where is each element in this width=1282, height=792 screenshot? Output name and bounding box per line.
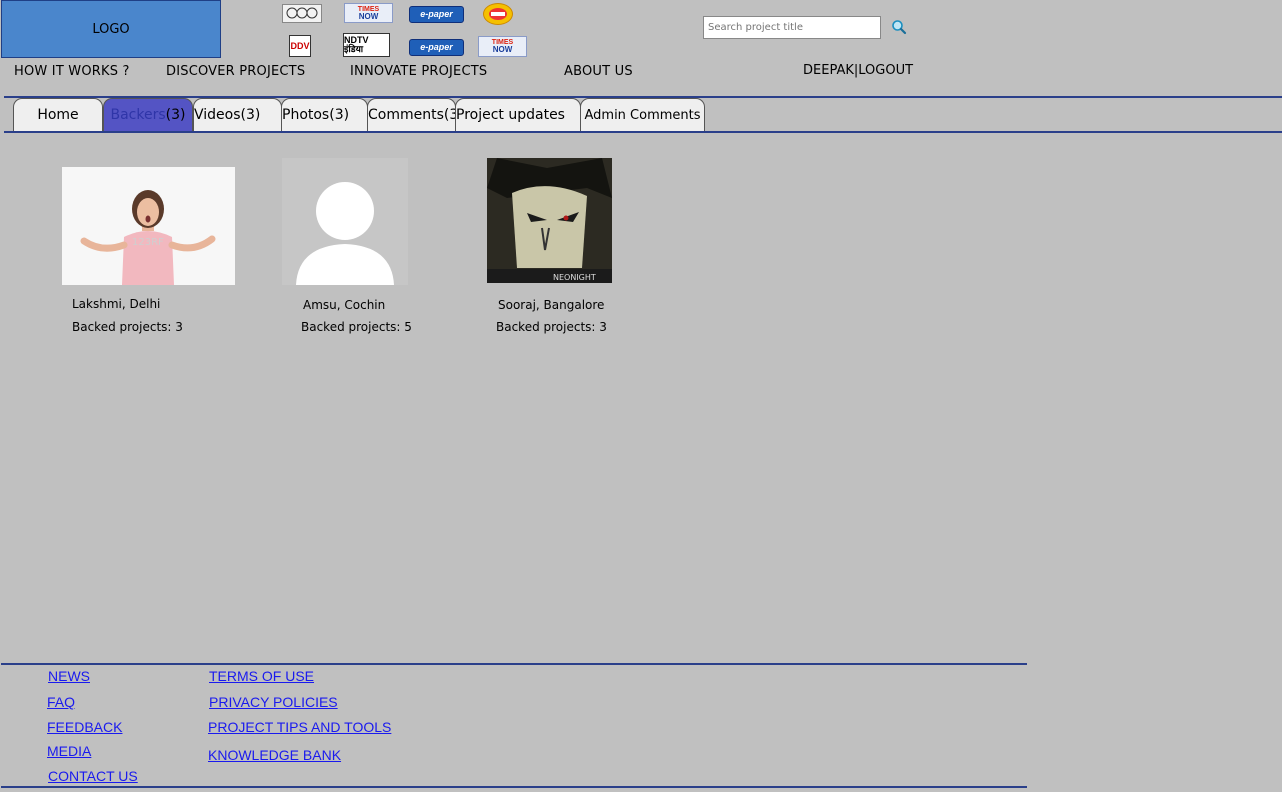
footer-knowledge-bank-link[interactable]: KNOWLEDGE BANK (208, 747, 341, 763)
footer-faq-link[interactable]: FAQ (47, 694, 75, 710)
tab-backers-count: (3) (165, 107, 186, 123)
tab-videos[interactable]: Videos(3) (193, 98, 282, 131)
backer-projects-count: Backed projects: 3 (72, 320, 183, 334)
tabs-divider (4, 131, 1282, 133)
footer-project-tips-link[interactable]: PROJECT TIPS AND TOOLS (208, 719, 391, 735)
logo-text: LOGO (92, 21, 130, 37)
epaper-logo-icon[interactable]: e-paper (409, 39, 464, 56)
user-name-link[interactable]: DEEPAK (803, 63, 854, 78)
times-now-logo-icon[interactable]: TIMES NOW (478, 36, 527, 57)
user-menu: DEEPAK|LOGOUT (803, 63, 913, 78)
nav-how-it-works[interactable]: HOW IT WORKS ? (14, 64, 130, 79)
tab-project-updates-label: Project updates (456, 107, 565, 123)
backer-name[interactable]: Lakshmi, Delhi (72, 297, 160, 311)
footer-terms-link[interactable]: TERMS OF USE (209, 668, 314, 684)
tab-comments[interactable]: Comments(3 (367, 98, 456, 131)
backer-name[interactable]: Amsu, Cochin (303, 298, 385, 312)
footer-bottom-divider (1, 786, 1027, 788)
tab-comments-label: Comments(3 (368, 107, 456, 123)
tab-project-updates[interactable]: Project updates (455, 98, 581, 131)
backer-name[interactable]: Sooraj, Bangalore (498, 298, 604, 312)
footer-contact-us-link[interactable]: CONTACT US (48, 768, 138, 784)
backer-photo[interactable]: 123RF (62, 167, 235, 285)
ndtv-india-logo-icon[interactable]: NDTV इंडिया (343, 33, 390, 57)
tab-admin-comments[interactable]: Admin Comments (580, 98, 705, 131)
footer-news-link[interactable]: NEWS (48, 668, 90, 684)
tab-photos-label: Photos(3) (282, 107, 350, 123)
nav-about-us[interactable]: ABOUT US (564, 64, 633, 79)
logout-link[interactable]: LOGOUT (858, 63, 913, 78)
times-now-logo-icon[interactable]: TIMES NOW (344, 3, 393, 23)
tab-home[interactable]: Home (13, 98, 103, 131)
epaper-text: e-paper (420, 42, 453, 52)
avatar-caption: NEONIGHT (553, 273, 596, 282)
footer-top-divider (1, 663, 1027, 665)
epaper-text: e-paper (420, 9, 453, 19)
now-text: NOW (358, 11, 379, 21)
tab-home-label: Home (37, 107, 79, 123)
ddv-text: DDV (290, 40, 310, 51)
search-input[interactable] (703, 16, 881, 39)
ndtv-text: NDTV इंडिया (344, 35, 369, 54)
ddv-logo-icon[interactable]: DDV (289, 35, 311, 57)
backer-projects-count: Backed projects: 3 (496, 320, 607, 334)
tab-videos-label: Videos(3) (194, 107, 261, 123)
nav-innovate-projects[interactable]: INNOVATE PROJECTS (350, 64, 487, 79)
tab-backers-label: Backers (110, 107, 166, 123)
nav-discover-projects[interactable]: DISCOVER PROJECTS (166, 64, 305, 79)
footer-privacy-link[interactable]: PRIVACY POLICIES (209, 694, 338, 710)
search-icon[interactable] (891, 19, 907, 35)
emblem-logo-icon[interactable] (282, 4, 322, 23)
anime-avatar-image[interactable]: NEONIGHT (487, 158, 612, 283)
badge-logo-icon[interactable] (483, 3, 513, 25)
now-text: NOW (492, 45, 513, 54)
epaper-logo-icon[interactable]: e-paper (409, 6, 464, 23)
tab-photos[interactable]: Photos(3) (281, 98, 368, 131)
site-logo[interactable]: LOGO (1, 0, 221, 58)
backer-projects-count: Backed projects: 5 (301, 320, 412, 334)
footer-media-link[interactable]: MEDIA (47, 743, 91, 759)
footer-feedback-link[interactable]: FEEDBACK (47, 719, 122, 735)
svg-text:123RF: 123RF (132, 237, 164, 248)
tab-admin-comments-label: Admin Comments (584, 107, 701, 123)
default-avatar-icon[interactable] (282, 158, 408, 285)
tab-backers[interactable]: Backers (3) (103, 98, 193, 131)
